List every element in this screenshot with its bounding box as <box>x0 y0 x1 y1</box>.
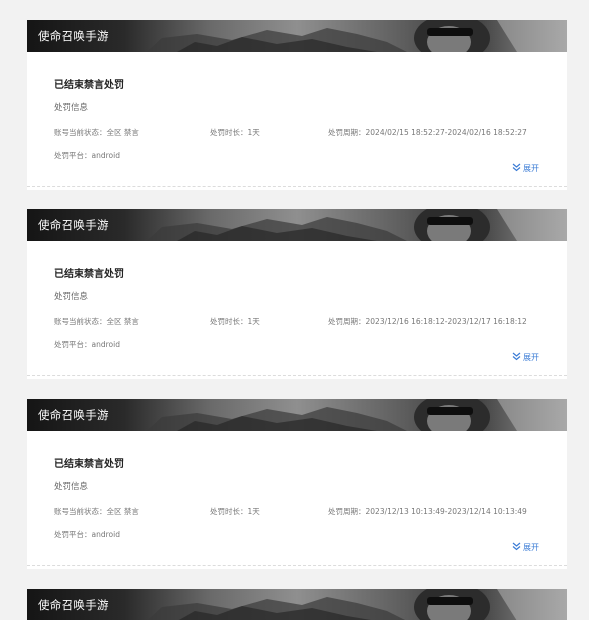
punishment-platform: 处罚平台：android <box>54 340 120 349</box>
punishment-period: 处罚周期：2024/02/15 18:52:27-2024/02/16 18:5… <box>328 128 527 137</box>
punishment-info-heading: 处罚信息 <box>54 482 89 492</box>
card-divider <box>27 186 567 187</box>
card-divider <box>27 565 567 566</box>
punishment-info-heading: 处罚信息 <box>54 292 89 302</box>
game-name: 使命召唤手游 <box>38 218 109 232</box>
game-name: 使命召唤手游 <box>38 598 109 612</box>
card-divider <box>27 375 567 376</box>
punishment-record-card: 使命召唤手游 已结束禁言处罚 处罚信息 账号当前状态：全区 禁言 处罚时长：1天… <box>27 20 567 190</box>
game-name: 使命召唤手游 <box>38 29 109 43</box>
double-chevron-down-icon <box>512 542 521 551</box>
punishment-platform: 处罚平台：android <box>54 530 120 539</box>
punishment-status-title: 已结束禁言处罚 <box>54 80 124 91</box>
game-banner: 使命召唤手游 <box>27 20 567 52</box>
double-chevron-down-icon <box>512 352 521 361</box>
punishment-record-card: 使命召唤手游 已结束禁言处罚 处罚信息 账号当前状态：全区 禁言 处罚时长：1天… <box>27 209 567 379</box>
punishment-status-title: 已结束禁言处罚 <box>54 459 124 470</box>
game-banner: 使命召唤手游 <box>27 399 567 431</box>
punishment-status-title: 已结束禁言处罚 <box>54 269 124 280</box>
expand-button[interactable]: 展开 <box>512 352 539 363</box>
punishment-period: 处罚周期：2023/12/13 10:13:49-2023/12/14 10:1… <box>328 507 527 516</box>
expand-label: 展开 <box>523 164 539 173</box>
punishment-record-card: 使命召唤手游 <box>27 589 567 620</box>
account-status: 账号当前状态：全区 禁言 <box>54 507 139 516</box>
punishment-platform: 处罚平台：android <box>54 151 120 160</box>
punishment-duration: 处罚时长：1天 <box>210 507 260 516</box>
account-status: 账号当前状态：全区 禁言 <box>54 317 139 326</box>
expand-label: 展开 <box>523 353 539 362</box>
punishment-info-heading: 处罚信息 <box>54 103 89 113</box>
game-banner: 使命召唤手游 <box>27 209 567 241</box>
double-chevron-down-icon <box>512 163 521 172</box>
game-name: 使命召唤手游 <box>38 408 109 422</box>
expand-button[interactable]: 展开 <box>512 542 539 553</box>
punishment-duration: 处罚时长：1天 <box>210 317 260 326</box>
punishment-record-card: 使命召唤手游 已结束禁言处罚 处罚信息 账号当前状态：全区 禁言 处罚时长：1天… <box>27 399 567 569</box>
expand-button[interactable]: 展开 <box>512 163 539 174</box>
expand-label: 展开 <box>523 543 539 552</box>
punishment-duration: 处罚时长：1天 <box>210 128 260 137</box>
account-status: 账号当前状态：全区 禁言 <box>54 128 139 137</box>
game-banner: 使命召唤手游 <box>27 589 567 620</box>
punishment-period: 处罚周期：2023/12/16 16:18:12-2023/12/17 16:1… <box>328 317 527 326</box>
